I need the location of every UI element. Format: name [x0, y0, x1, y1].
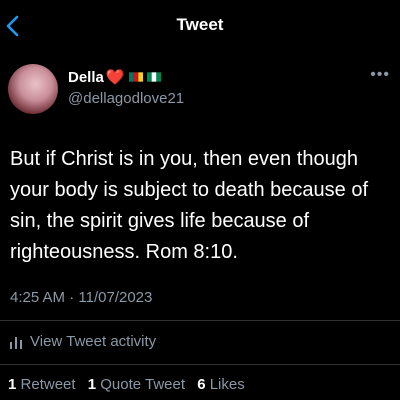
retweets-stat[interactable]: 1 Retweet	[8, 376, 76, 393]
author-handle[interactable]: @dellagodlove21	[68, 90, 184, 107]
avatar[interactable]	[8, 64, 58, 114]
divider	[0, 320, 400, 321]
quote-tweets-stat[interactable]: 1 Quote Tweet	[88, 376, 185, 393]
retweets-count: 1	[8, 376, 17, 393]
meta-separator: ·	[69, 289, 75, 306]
author-name-row[interactable]: Della ❤️	[68, 68, 161, 86]
tweet-timestamp: 4:25 AM · 11/07/2023	[10, 289, 152, 306]
likes-stat[interactable]: 6 Likes	[197, 376, 245, 393]
activity-label: View Tweet activity	[30, 333, 157, 350]
nigeria-flag-icon	[146, 72, 161, 82]
top-bar: Tweet	[0, 0, 400, 52]
bar-chart-icon	[10, 336, 22, 349]
page-title: Tweet	[176, 15, 224, 34]
retweets-label: Retweet	[20, 376, 76, 393]
likes-count: 6	[197, 376, 206, 393]
author-name[interactable]: Della	[68, 69, 104, 86]
heart-emoji: ❤️	[105, 69, 125, 86]
likes-label: Likes	[209, 376, 245, 393]
cameroon-flag-icon	[128, 72, 143, 82]
tweet-stats: 1 Retweet 1 Quote Tweet 6 Likes	[8, 376, 253, 393]
divider	[0, 364, 400, 365]
tweet-time: 4:25 AM	[10, 289, 66, 306]
tweet-text: But if Christ is in you, then even thoug…	[10, 148, 369, 263]
more-horizontal-icon[interactable]: •••	[370, 66, 390, 84]
quotes-label: Quote Tweet	[100, 376, 186, 393]
view-tweet-activity-link[interactable]: View Tweet activity	[10, 333, 156, 350]
quotes-count: 1	[87, 376, 97, 393]
tweet-date[interactable]: 11/07/2023	[78, 289, 152, 306]
